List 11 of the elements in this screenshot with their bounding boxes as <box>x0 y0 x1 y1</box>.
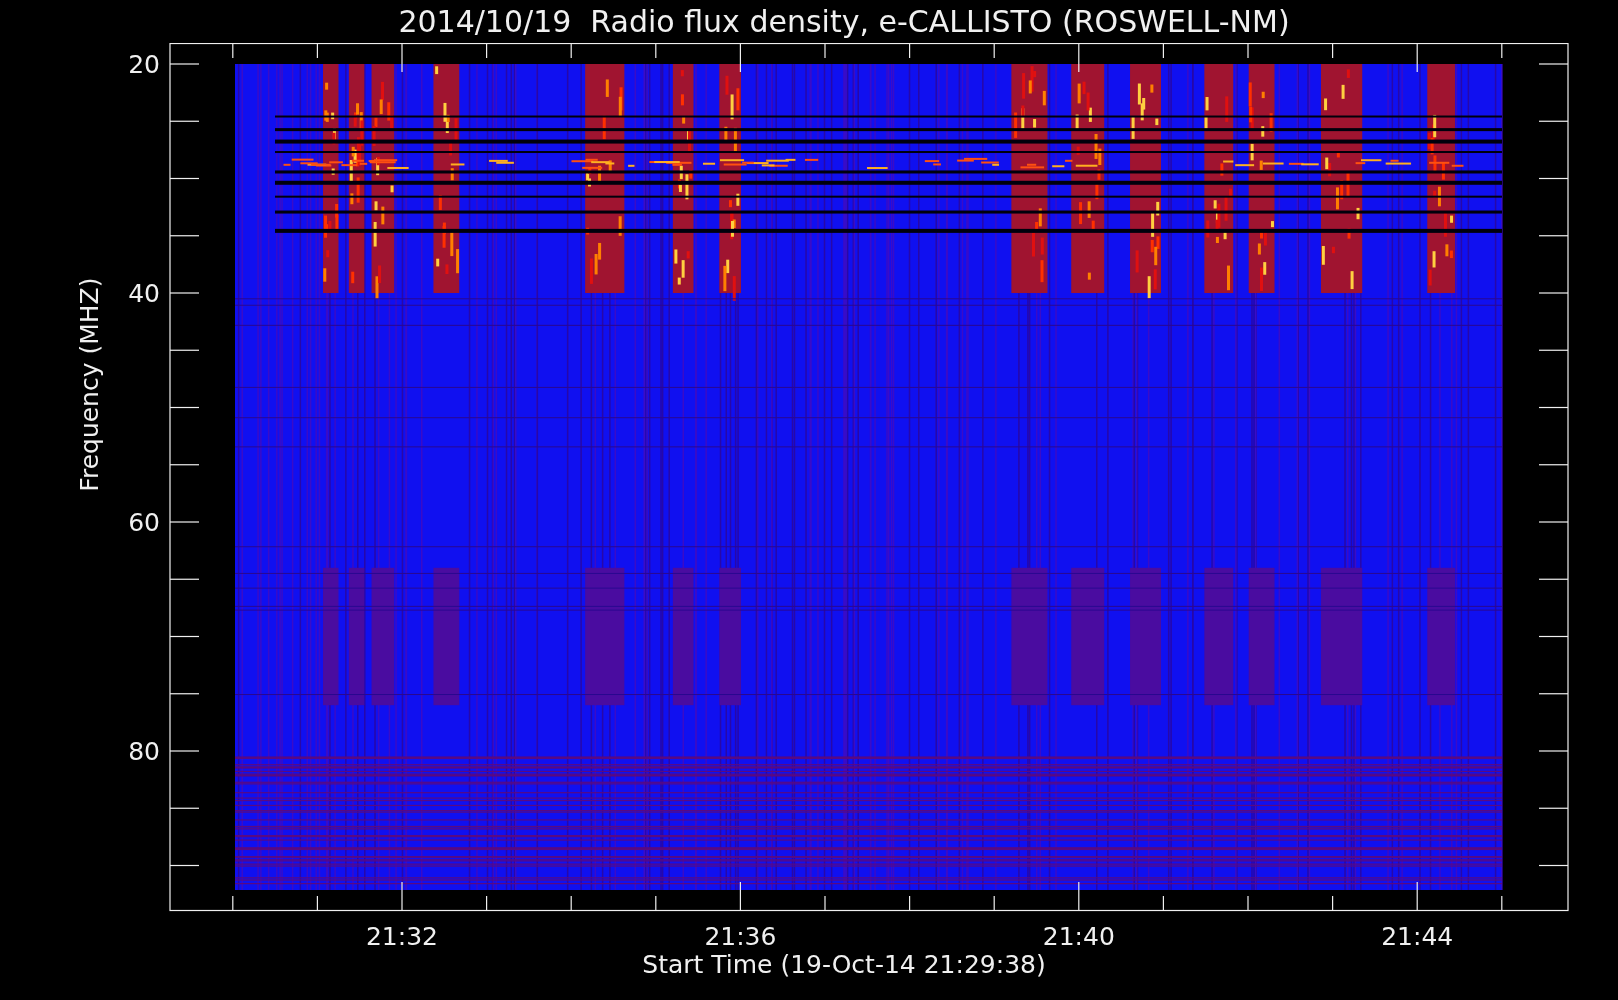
tick-label: 20 <box>128 50 160 79</box>
tick-label: 21:32 <box>366 922 438 950</box>
chart-title: 2014/10/19 Radio flux density, e-CALLISTO (ROSWELL-NM) <box>398 3 1290 41</box>
tick-label: 60 <box>128 508 160 537</box>
axis-label: Start Time (19-Oct-14 21:29:38) <box>642 950 1046 980</box>
tick-label: 80 <box>128 737 160 766</box>
tick-label: 21:40 <box>1042 922 1115 950</box>
tick-label: 40 <box>128 279 160 308</box>
tick-label: 21:36 <box>704 922 777 950</box>
axis-label: Frequency (MHZ) <box>75 277 104 492</box>
tick-label: 21:44 <box>1381 922 1454 950</box>
